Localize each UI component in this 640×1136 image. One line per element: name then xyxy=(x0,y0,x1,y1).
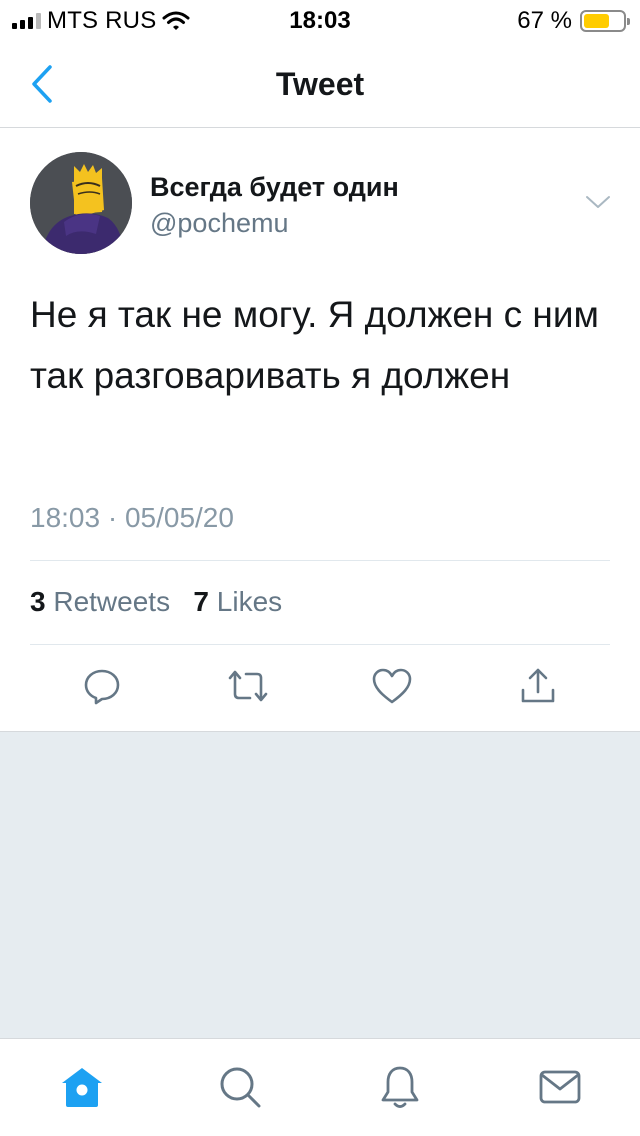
likes-stat[interactable]: 7 Likes xyxy=(193,586,282,617)
home-icon xyxy=(62,1068,102,1107)
battery-percent: 67 % xyxy=(517,7,572,34)
empty-replies-area xyxy=(0,732,640,1038)
avatar-image xyxy=(30,152,132,254)
battery-fill xyxy=(584,14,609,28)
likes-count: 7 xyxy=(193,586,209,617)
tab-home[interactable] xyxy=(58,1063,106,1111)
retweet-button[interactable] xyxy=(226,664,270,708)
retweets-label: Retweets xyxy=(53,586,171,617)
tweet-text: Не я так не могу. Я должен с ним так раз… xyxy=(30,294,599,396)
search-icon xyxy=(220,1067,261,1108)
tab-bar xyxy=(0,1038,640,1136)
reply-icon xyxy=(84,669,120,705)
battery-nub xyxy=(627,18,630,25)
likes-label: Likes xyxy=(216,586,283,617)
messages-icon xyxy=(539,1070,581,1104)
page-title: Tweet xyxy=(275,66,365,102)
tweet-detail: Всегда будет один @pochemu Не я так не м… xyxy=(0,128,640,732)
tweet-stats: 3 Retweets 7 Likes xyxy=(30,586,282,618)
retweets-count: 3 xyxy=(30,586,46,617)
author-name[interactable]: Всегда будет один xyxy=(150,172,399,203)
reply-button[interactable] xyxy=(80,664,124,708)
notifications-icon xyxy=(381,1066,419,1108)
status-right: 67 % xyxy=(517,7,630,35)
share-button[interactable] xyxy=(516,664,560,708)
nav-bar: Tweet xyxy=(0,40,640,128)
retweet-icon xyxy=(228,670,268,702)
tweet-actions xyxy=(0,664,640,714)
chevron-down-icon xyxy=(586,196,610,208)
tab-notifications[interactable] xyxy=(376,1063,424,1111)
retweets-stat[interactable]: 3 Retweets xyxy=(30,586,170,617)
like-icon xyxy=(372,668,412,704)
tab-messages[interactable] xyxy=(536,1063,584,1111)
avatar[interactable] xyxy=(30,152,132,254)
like-button[interactable] xyxy=(370,664,414,708)
more-options-button[interactable] xyxy=(584,192,612,212)
tweet-timestamp: 18:03 · 05/05/20 xyxy=(30,502,234,533)
status-bar: MTS RUS 18:03 67 % xyxy=(0,0,640,40)
divider xyxy=(30,560,610,561)
divider xyxy=(30,644,610,645)
tab-search[interactable] xyxy=(216,1063,264,1111)
share-icon xyxy=(521,668,555,703)
author-handle[interactable]: @pochemu xyxy=(150,208,288,239)
battery-icon xyxy=(580,10,630,32)
